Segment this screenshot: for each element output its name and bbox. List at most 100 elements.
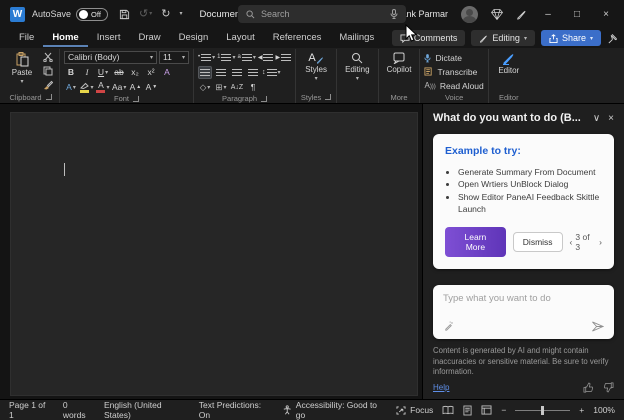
numbering-button[interactable]: 1▾: [217, 51, 235, 64]
transcribe-button[interactable]: Transcribe: [424, 65, 483, 78]
tab-home[interactable]: Home: [43, 29, 87, 47]
minimize-button[interactable]: –: [540, 9, 556, 20]
suggestion-item[interactable]: Show Editor PaneAI Feedback Skittle Laun…: [458, 191, 602, 216]
prompt-input[interactable]: [443, 293, 604, 304]
avatar[interactable]: [461, 6, 478, 23]
align-left-button[interactable]: [198, 66, 212, 79]
language-indicator[interactable]: English (United States): [104, 400, 186, 420]
bold-button[interactable]: B: [64, 66, 78, 79]
font-color-button[interactable]: A ▾: [96, 81, 110, 94]
line-spacing-button[interactable]: ↕▾: [262, 66, 281, 79]
text-effects-button[interactable]: A▾: [64, 81, 78, 94]
print-layout-icon[interactable]: [463, 405, 472, 416]
pin-ribbon-icon[interactable]: [607, 33, 618, 44]
show-paragraph-marks-button[interactable]: ¶: [246, 81, 260, 94]
pen-icon[interactable]: [516, 9, 527, 20]
dialog-launcher-icon[interactable]: [261, 96, 267, 102]
comments-button[interactable]: Comments: [392, 30, 466, 46]
dictate-button[interactable]: Dictate: [424, 51, 483, 64]
zoom-slider[interactable]: [515, 410, 570, 411]
tab-mailings[interactable]: Mailings: [330, 29, 383, 47]
editing-mode-button[interactable]: Editing ▾: [471, 30, 535, 46]
editor-button[interactable]: Editor: [493, 50, 525, 75]
chevron-down-icon[interactable]: ∨: [593, 113, 600, 124]
bullets-button[interactable]: •▾: [198, 51, 215, 64]
borders-button[interactable]: ⊞▾: [214, 81, 228, 94]
zoom-percentage[interactable]: 100%: [593, 405, 615, 415]
superscript-button[interactable]: x²: [144, 66, 158, 79]
learn-more-button[interactable]: Learn More: [445, 227, 506, 257]
font-size-combo[interactable]: 11 ▾: [159, 51, 189, 64]
microphone-icon[interactable]: [390, 9, 398, 19]
read-aloud-button[interactable]: A))) Read Aloud: [424, 79, 483, 92]
autosave-switch[interactable]: Off: [76, 8, 108, 21]
pen-sparkle-icon[interactable]: [443, 321, 454, 332]
dismiss-button[interactable]: Dismiss: [513, 232, 563, 252]
shrink-font-button[interactable]: A▼: [144, 81, 158, 94]
save-button[interactable]: [119, 9, 130, 20]
strikethrough-button[interactable]: ab: [112, 66, 126, 79]
dialog-launcher-icon[interactable]: [133, 96, 139, 102]
tab-references[interactable]: References: [264, 29, 331, 47]
zoom-in-button[interactable]: +: [579, 405, 584, 415]
text-predictions[interactable]: Text Predictions: On: [199, 400, 271, 420]
redo-button[interactable]: ↻: [161, 9, 170, 20]
font-name-combo[interactable]: Calibri (Body) ▾: [64, 51, 157, 64]
help-link[interactable]: Help: [433, 383, 449, 392]
document-area[interactable]: [0, 104, 423, 399]
tab-file[interactable]: File: [10, 29, 43, 47]
accessibility-status[interactable]: Accessibility: Good to go: [283, 400, 383, 420]
focus-button[interactable]: Focus: [396, 405, 433, 415]
change-case-button[interactable]: Aa▾: [112, 81, 126, 94]
document-page[interactable]: [10, 112, 418, 396]
highlight-button[interactable]: ▾: [80, 81, 94, 94]
grow-font-button[interactable]: A▲: [128, 81, 142, 94]
diamond-icon[interactable]: [491, 9, 503, 20]
zoom-slider-thumb[interactable]: [541, 406, 544, 415]
suggestion-item[interactable]: Open Wrtiers UnBlock Dialog: [458, 178, 602, 190]
editing-button[interactable]: Editing ▾: [341, 50, 373, 82]
styles-button[interactable]: A Styles ▾: [300, 50, 332, 82]
tab-insert[interactable]: Insert: [88, 29, 130, 47]
tab-draw[interactable]: Draw: [129, 29, 169, 47]
increase-indent-button[interactable]: ▶: [275, 51, 291, 64]
tab-design[interactable]: Design: [170, 29, 218, 47]
prompt-input-card[interactable]: [433, 285, 614, 339]
autosave-toggle[interactable]: AutoSave Off: [32, 8, 108, 21]
word-count[interactable]: 0 words: [63, 400, 91, 420]
chevron-right-icon[interactable]: ›: [599, 237, 602, 247]
search-box[interactable]: Search: [238, 5, 406, 23]
zoom-out-button[interactable]: −: [501, 405, 506, 415]
format-painter-button[interactable]: [41, 78, 55, 91]
decrease-indent-button[interactable]: ◀: [258, 51, 274, 64]
chevron-left-icon[interactable]: ‹: [570, 237, 573, 247]
sort-button[interactable]: A↓Z: [230, 81, 244, 94]
align-right-button[interactable]: [230, 66, 244, 79]
copilot-button[interactable]: Copilot: [383, 50, 416, 74]
page-indicator[interactable]: Page 1 of 1: [9, 400, 50, 420]
customize-qat-button[interactable]: ▾: [179, 11, 182, 17]
suggestion-item[interactable]: Generate Summary From Document: [458, 166, 602, 178]
align-center-button[interactable]: [214, 66, 228, 79]
italic-button[interactable]: I: [80, 66, 94, 79]
dialog-launcher-icon[interactable]: [46, 94, 52, 100]
maximize-button[interactable]: □: [569, 9, 585, 20]
copy-button[interactable]: [41, 64, 55, 77]
web-layout-icon[interactable]: [481, 405, 492, 415]
paste-button[interactable]: Paste ▾: [6, 50, 38, 85]
thumbs-down-icon[interactable]: [603, 382, 614, 393]
read-mode-icon[interactable]: [442, 405, 454, 415]
shading-button[interactable]: ◇▾: [198, 81, 212, 94]
undo-button[interactable]: ↺▾: [139, 9, 152, 20]
thumbs-up-icon[interactable]: [583, 382, 594, 393]
tab-layout[interactable]: Layout: [217, 29, 264, 47]
dialog-launcher-icon[interactable]: [325, 94, 331, 100]
clear-formatting-button[interactable]: A: [160, 66, 174, 79]
subscript-button[interactable]: x₂: [128, 66, 142, 79]
justify-button[interactable]: [246, 66, 260, 79]
close-button[interactable]: ×: [598, 9, 614, 20]
close-pane-icon[interactable]: ×: [608, 113, 614, 124]
send-icon[interactable]: [591, 321, 604, 332]
underline-button[interactable]: U▾: [96, 66, 110, 79]
multilevel-list-button[interactable]: a▾: [237, 51, 255, 64]
